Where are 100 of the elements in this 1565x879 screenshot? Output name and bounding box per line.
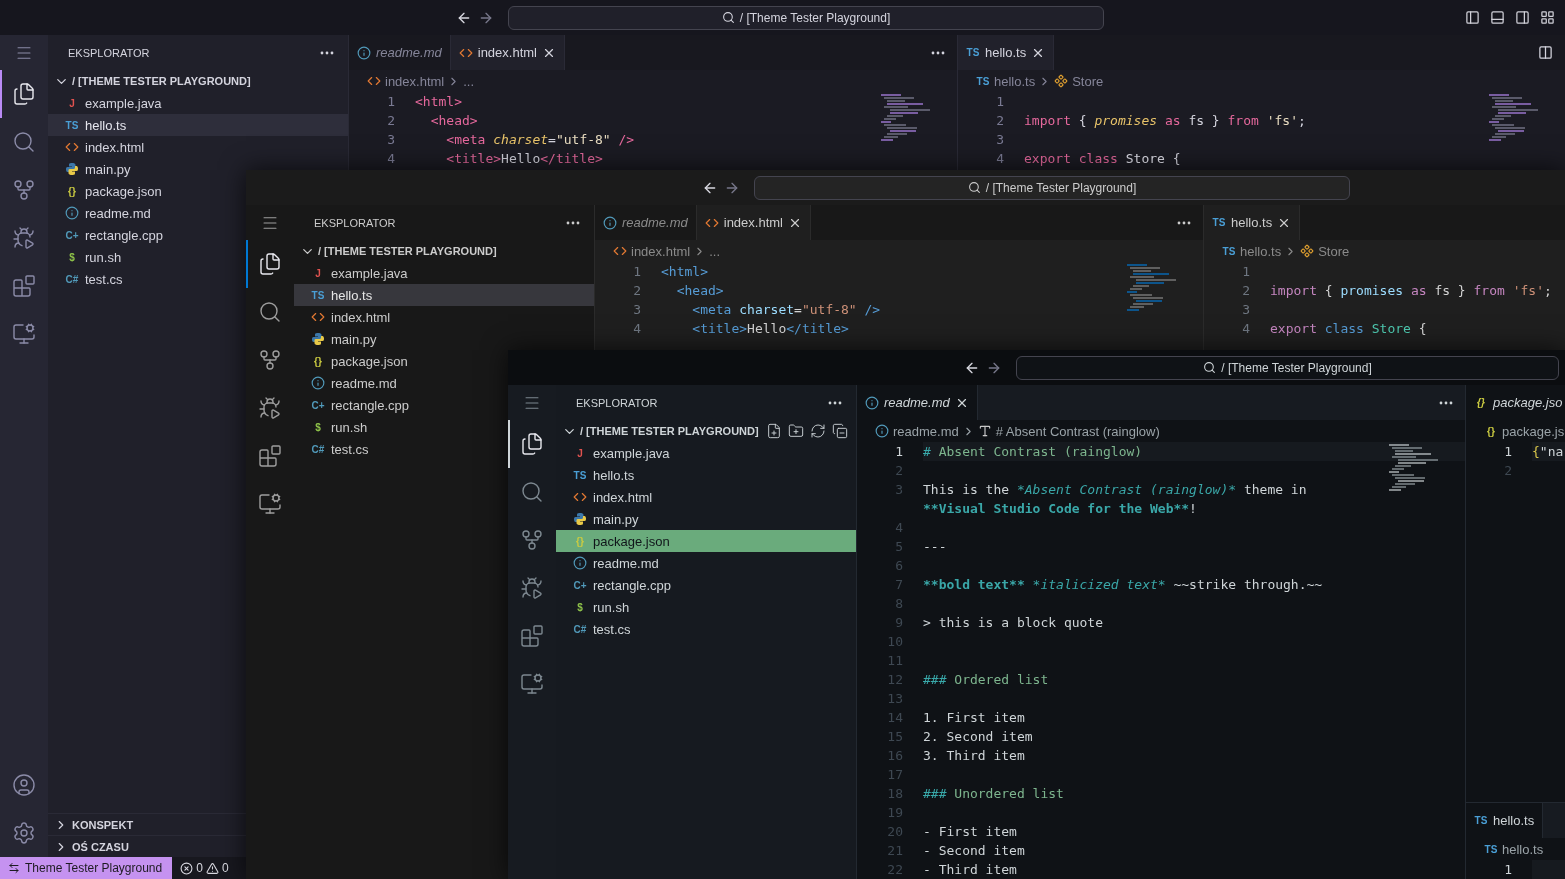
search-icon — [967, 181, 981, 194]
blocks-icon — [520, 624, 544, 648]
code-line: <meta charset="utf-8" /> — [445, 131, 636, 149]
line-number: 2 — [1241, 283, 1250, 298]
folder-header[interactable]: / [THEME TESTER PLAYGROUND] — [48, 70, 348, 92]
file-item[interactable]: $ run.sh — [294, 416, 373, 438]
file-item[interactable]: C# test.cs — [294, 438, 374, 460]
new-folder-icon[interactable] — [788, 423, 804, 439]
file-item[interactable]: readme.md — [48, 202, 156, 224]
file-item[interactable]: {} package.json — [48, 180, 167, 202]
file-item[interactable]: TS hello.ts — [48, 114, 348, 136]
breadcrumb-item[interactable]: Store — [1054, 73, 1104, 89]
split-editor-icon[interactable] — [1538, 45, 1553, 60]
breadcrumb-item[interactable]: ... — [709, 243, 721, 259]
file-item[interactable]: TS hello.ts — [294, 284, 594, 306]
editor-tab[interactable]: readme.md — [595, 205, 697, 240]
editor-tab[interactable]: TS hello.ts — [1204, 205, 1301, 240]
more-icon[interactable] — [1439, 400, 1453, 405]
layout-icon[interactable] — [1540, 10, 1555, 25]
sidebar-toggle-icon[interactable] — [1465, 10, 1480, 25]
breadcrumb-item[interactable]: index.html — [367, 73, 445, 89]
line-number: 3 — [1241, 302, 1250, 317]
code-line: **bold text** *italicized text* ~~strike through.~~ — [923, 576, 1324, 594]
breadcrumb-item[interactable]: Store — [1300, 243, 1350, 259]
editor-tab[interactable]: {} package.jso — [1466, 385, 1565, 420]
code-line: > this is a block quote — [923, 614, 1104, 632]
breadcrumb-item[interactable]: TS hello.ts — [1222, 243, 1282, 259]
editor-tab[interactable]: index.html — [696, 205, 811, 240]
remote-indicator[interactable]: Theme Tester Playground — [0, 857, 173, 879]
breadcrumb-item[interactable]: TS hello.ts — [976, 73, 1036, 89]
panel-toggle-icon[interactable] — [1490, 10, 1505, 25]
file-item[interactable]: J example.java — [48, 92, 167, 114]
file-item[interactable]: C+ rectangle.cpp — [294, 394, 415, 416]
secondary-sidebar-icon[interactable] — [1515, 10, 1530, 25]
editor-tab[interactable]: readme.md — [857, 385, 978, 420]
file-item[interactable]: main.py — [48, 158, 136, 180]
section-header[interactable]: OŚ CZASU — [48, 836, 135, 857]
file-item[interactable]: J example.java — [556, 442, 675, 464]
folder-header[interactable]: / [THEME TESTER PLAYGROUND] — [556, 420, 856, 442]
refresh-icon[interactable] — [810, 423, 826, 439]
code-line: --- — [923, 538, 948, 556]
file-item[interactable]: {} package.json — [556, 530, 856, 552]
command-center[interactable]: / [Theme Tester Playground] — [1016, 355, 1559, 380]
file-type-icon: J — [311, 267, 325, 279]
files-icon — [12, 82, 36, 106]
files-icon — [520, 432, 544, 456]
code-line: <head> — [429, 112, 479, 130]
file-item[interactable]: {} package.json — [294, 350, 413, 372]
command-center[interactable]: / [Theme Tester Playground] — [508, 5, 1104, 30]
file-item[interactable]: C# test.cs — [556, 618, 636, 640]
breadcrumb-item[interactable]: # Absent Contrast (rainglow) — [977, 423, 1160, 439]
error-icon — [180, 861, 194, 875]
sidebar-title: EKSPLORATOR — [314, 216, 396, 229]
editor-tab[interactable]: readme.md — [349, 35, 451, 70]
line-number: 18 — [886, 786, 903, 801]
line-number: 1 — [632, 264, 641, 279]
line-number: 1 — [1503, 862, 1512, 877]
line-number: 22 — [886, 862, 903, 877]
more-icon[interactable] — [1177, 220, 1191, 225]
file-item[interactable]: readme.md — [556, 552, 664, 574]
editor-tab[interactable]: TS hello.ts — [1466, 803, 1544, 838]
breadcrumb-item[interactable]: {} package.js — [1484, 423, 1565, 439]
search-icon — [1203, 361, 1217, 374]
new-file-icon[interactable] — [766, 423, 782, 439]
file-item[interactable]: C# test.cs — [48, 268, 128, 290]
file-item[interactable]: main.py — [294, 328, 382, 350]
section-header[interactable]: KONSPEKT — [48, 814, 140, 835]
file-item[interactable]: TS hello.ts — [556, 464, 640, 486]
command-center[interactable]: / [Theme Tester Playground] — [754, 175, 1350, 200]
code-line: - Second item — [923, 842, 1026, 860]
breadcrumb-item[interactable]: index.html — [613, 243, 691, 259]
file-item[interactable]: index.html — [294, 306, 396, 328]
line-number: 14 — [886, 710, 903, 725]
file-item[interactable]: readme.md — [294, 372, 402, 394]
code-line: 2. Second item — [923, 728, 1034, 746]
file-item[interactable]: J example.java — [294, 262, 413, 284]
file-type-icon: J — [65, 97, 79, 109]
file-item[interactable]: $ run.sh — [48, 246, 127, 268]
line-number: 21 — [886, 843, 903, 858]
collapse-icon[interactable] — [832, 423, 848, 439]
file-item[interactable]: index.html — [556, 486, 658, 508]
file-item[interactable]: C+ rectangle.cpp — [556, 574, 677, 596]
file-item[interactable]: $ run.sh — [556, 596, 635, 618]
folder-header[interactable]: / [THEME TESTER PLAYGROUND] — [294, 240, 594, 262]
breadcrumb-item[interactable]: readme.md — [875, 423, 959, 439]
file-item[interactable]: main.py — [556, 508, 644, 530]
line-number: 19 — [886, 805, 903, 820]
problems-indicator[interactable]: 0 0 — [172, 857, 237, 879]
editor-tab[interactable]: index.html — [450, 35, 565, 70]
more-icon[interactable] — [931, 50, 945, 55]
file-item[interactable]: index.html — [48, 136, 150, 158]
editor-tab[interactable]: TS hello.ts — [958, 35, 1055, 70]
code-line: <title>Hello</title> — [445, 150, 604, 168]
branch-icon — [520, 528, 544, 552]
breadcrumb-item[interactable]: TS hello.ts — [1484, 841, 1544, 857]
monitor-icon — [258, 492, 282, 516]
search-icon — [12, 130, 36, 154]
code-line: export class Store { — [1024, 150, 1182, 168]
file-item[interactable]: C+ rectangle.cpp — [48, 224, 169, 246]
breadcrumb-item[interactable]: ... — [463, 73, 475, 89]
